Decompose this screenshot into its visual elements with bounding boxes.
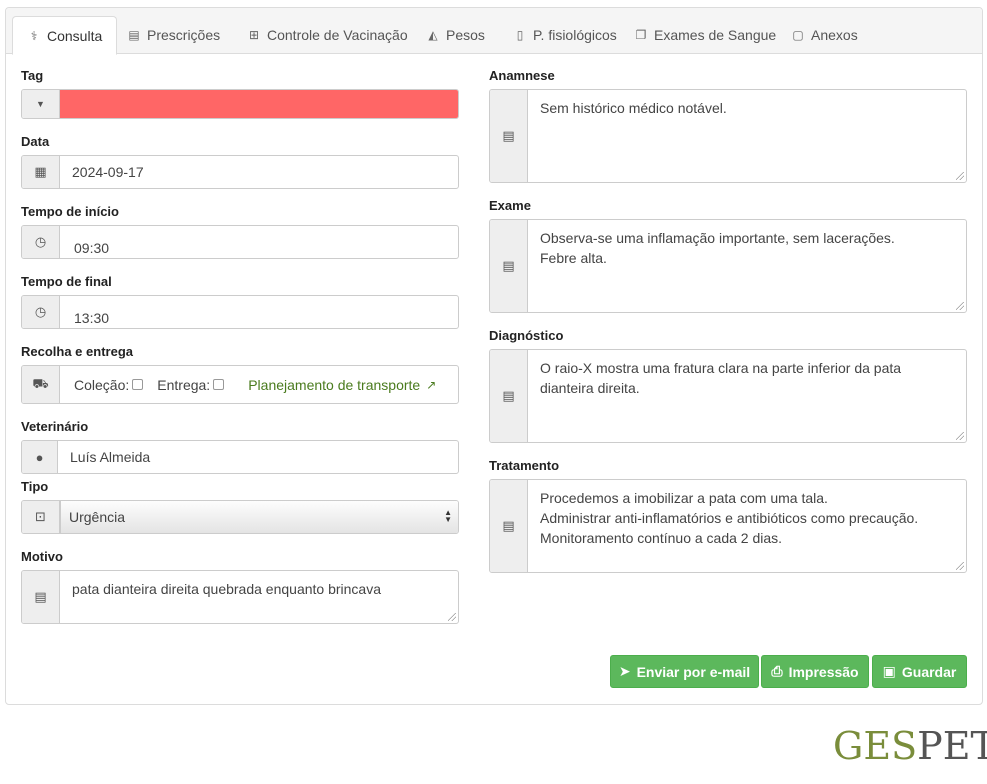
resize-handle[interactable]: [956, 172, 964, 180]
end-time-input[interactable]: 13:30: [60, 296, 458, 328]
tab-label: Exames de Sangue: [654, 27, 777, 43]
document-icon: ▤: [490, 350, 528, 442]
thermometer-icon: ▯: [516, 28, 524, 42]
clock-icon: ◷: [22, 296, 60, 328]
reason-field[interactable]: ▤ pata dianteira direita quebrada enquan…: [21, 570, 459, 624]
resize-handle[interactable]: [956, 432, 964, 440]
save-label: Guardar: [901, 663, 957, 680]
exam-textarea[interactable]: Observa-se uma inflamação importante, se…: [528, 220, 966, 312]
stethoscope-icon: ⚕: [30, 28, 38, 43]
document-icon: ▤: [22, 571, 60, 623]
area-chart-icon: ◭: [428, 28, 438, 42]
tab-bar: ⚕ Consulta ▤ Prescrições ⊞ Controle de V…: [6, 8, 982, 55]
tab-p-fisiologicos[interactable]: ▯ P. fisiológicos: [499, 16, 631, 54]
date-input[interactable]: 2024-09-17: [60, 156, 458, 188]
reason-textarea[interactable]: pata dianteira direita quebrada enquanto…: [60, 571, 458, 623]
select-box-icon: ⊡: [22, 501, 60, 533]
start-time-input[interactable]: 09:30: [60, 226, 458, 258]
keyboard-icon: ▤: [128, 28, 140, 42]
logo-part-pet: PET: [917, 724, 987, 768]
anamnesis-label: Anamnese: [489, 68, 555, 83]
diagnosis-label: Diagnóstico: [489, 328, 564, 343]
medkit-icon: ⊞: [248, 28, 260, 42]
calendar-icon: ▦: [22, 156, 60, 188]
resize-handle[interactable]: [448, 613, 456, 621]
type-field[interactable]: ⊡ Urgência ▲ ▼: [21, 500, 459, 534]
delivery-label: Entrega:: [157, 376, 211, 393]
type-label: Tipo: [21, 479, 49, 494]
logo-part-ges: GES: [833, 724, 918, 768]
transport-planning-link[interactable]: Planejamento de transporte ↗: [248, 377, 436, 393]
tag-select[interactable]: ▼: [21, 89, 459, 119]
paper-plane-icon: ➤: [618, 663, 631, 679]
date-label: Data: [21, 134, 50, 149]
tag-label: Tag: [21, 68, 44, 83]
tab-controle-vacinacao[interactable]: ⊞ Controle de Vacinação: [233, 16, 422, 54]
vet-input[interactable]: Luís Almeida: [58, 441, 458, 473]
date-field[interactable]: ▦ 2024-09-17: [21, 155, 459, 189]
tab-label: Prescrições: [147, 27, 221, 43]
tab-anexos[interactable]: ▢ Anexos: [777, 16, 872, 54]
copy-icon: ❐: [635, 28, 647, 42]
floppy-disk-icon: ▣: [882, 663, 896, 679]
resize-handle[interactable]: [956, 562, 964, 570]
file-icon: ▢: [792, 28, 804, 42]
end-time-field[interactable]: ◷ 13:30: [21, 295, 459, 329]
reason-label: Motivo: [21, 549, 63, 564]
end-time-label: Tempo de final: [21, 274, 112, 289]
select-arrows-icon: ▲ ▼: [444, 508, 452, 524]
tag-color-swatch[interactable]: [60, 90, 458, 118]
treatment-label: Tratamento: [489, 458, 560, 473]
pickup-label: Recolha e entrega: [21, 344, 133, 359]
exam-field[interactable]: ▤ Observa-se uma inflamação importante, …: [489, 219, 967, 313]
send-email-button[interactable]: ➤ Enviar por e-mail: [610, 655, 759, 688]
tab-consulta[interactable]: ⚕ Consulta: [12, 16, 118, 55]
gespet-logo: GESPET: [833, 724, 987, 768]
vet-field[interactable]: ● Luís Almeida: [21, 440, 459, 474]
pickup-field: ⛟ Coleção: Entrega: Planejamento de tran…: [21, 365, 459, 404]
vet-label: Veterinário: [21, 419, 89, 434]
tab-prescricoes[interactable]: ▤ Prescrições: [113, 16, 234, 54]
tab-label: Pesos: [446, 27, 485, 43]
type-select-value: Urgência: [69, 509, 126, 525]
save-button[interactable]: ▣ Guardar: [872, 655, 967, 688]
print-button[interactable]: ⎙ Impressão: [761, 655, 869, 688]
printer-icon: ⎙: [771, 663, 783, 679]
tab-exames-sangue[interactable]: ❐ Exames de Sangue: [620, 16, 790, 54]
tab-label: P. fisiológicos: [533, 27, 617, 43]
clock-icon: ◷: [22, 226, 60, 258]
tab-label: Consulta: [47, 27, 103, 44]
user-icon: ●: [22, 441, 58, 473]
diagnosis-textarea[interactable]: O raio-X mostra uma fratura clara na par…: [528, 350, 966, 442]
exam-label: Exame: [489, 198, 531, 213]
treatment-textarea[interactable]: Procedemos a imobilizar a pata com uma t…: [528, 480, 966, 572]
send-email-label: Enviar por e-mail: [636, 663, 751, 680]
document-icon: ▤: [490, 480, 528, 572]
document-icon: ▤: [490, 220, 528, 312]
truck-icon: ⛟: [22, 366, 60, 403]
anamnesis-textarea[interactable]: Sem histórico médico notável.: [528, 90, 966, 182]
anamnesis-field[interactable]: ▤ Sem histórico médico notável.: [489, 89, 967, 183]
external-link-icon: ↗: [426, 377, 437, 392]
collection-label: Coleção:: [74, 376, 130, 393]
print-label: Impressão: [788, 663, 859, 680]
caret-down-icon[interactable]: ▼: [22, 90, 60, 118]
delivery-checkbox[interactable]: [213, 379, 225, 390]
transport-link-text[interactable]: Planejamento de transporte: [248, 377, 420, 393]
pickup-options: Coleção: Entrega: Planejamento de transp…: [60, 366, 458, 403]
diagnosis-field[interactable]: ▤ O raio-X mostra uma fratura clara na p…: [489, 349, 967, 443]
type-select[interactable]: Urgência ▲ ▼: [60, 501, 458, 533]
tab-label: Anexos: [811, 27, 858, 43]
document-icon: ▤: [490, 90, 528, 182]
treatment-field[interactable]: ▤ Procedemos a imobilizar a pata com uma…: [489, 479, 967, 573]
start-time-label: Tempo de início: [21, 204, 119, 219]
start-time-field[interactable]: ◷ 09:30: [21, 225, 459, 259]
collection-checkbox[interactable]: [132, 379, 144, 390]
resize-handle[interactable]: [956, 302, 964, 310]
tab-pesos[interactable]: ◭ Pesos: [412, 16, 499, 54]
tab-label: Controle de Vacinação: [267, 27, 408, 43]
